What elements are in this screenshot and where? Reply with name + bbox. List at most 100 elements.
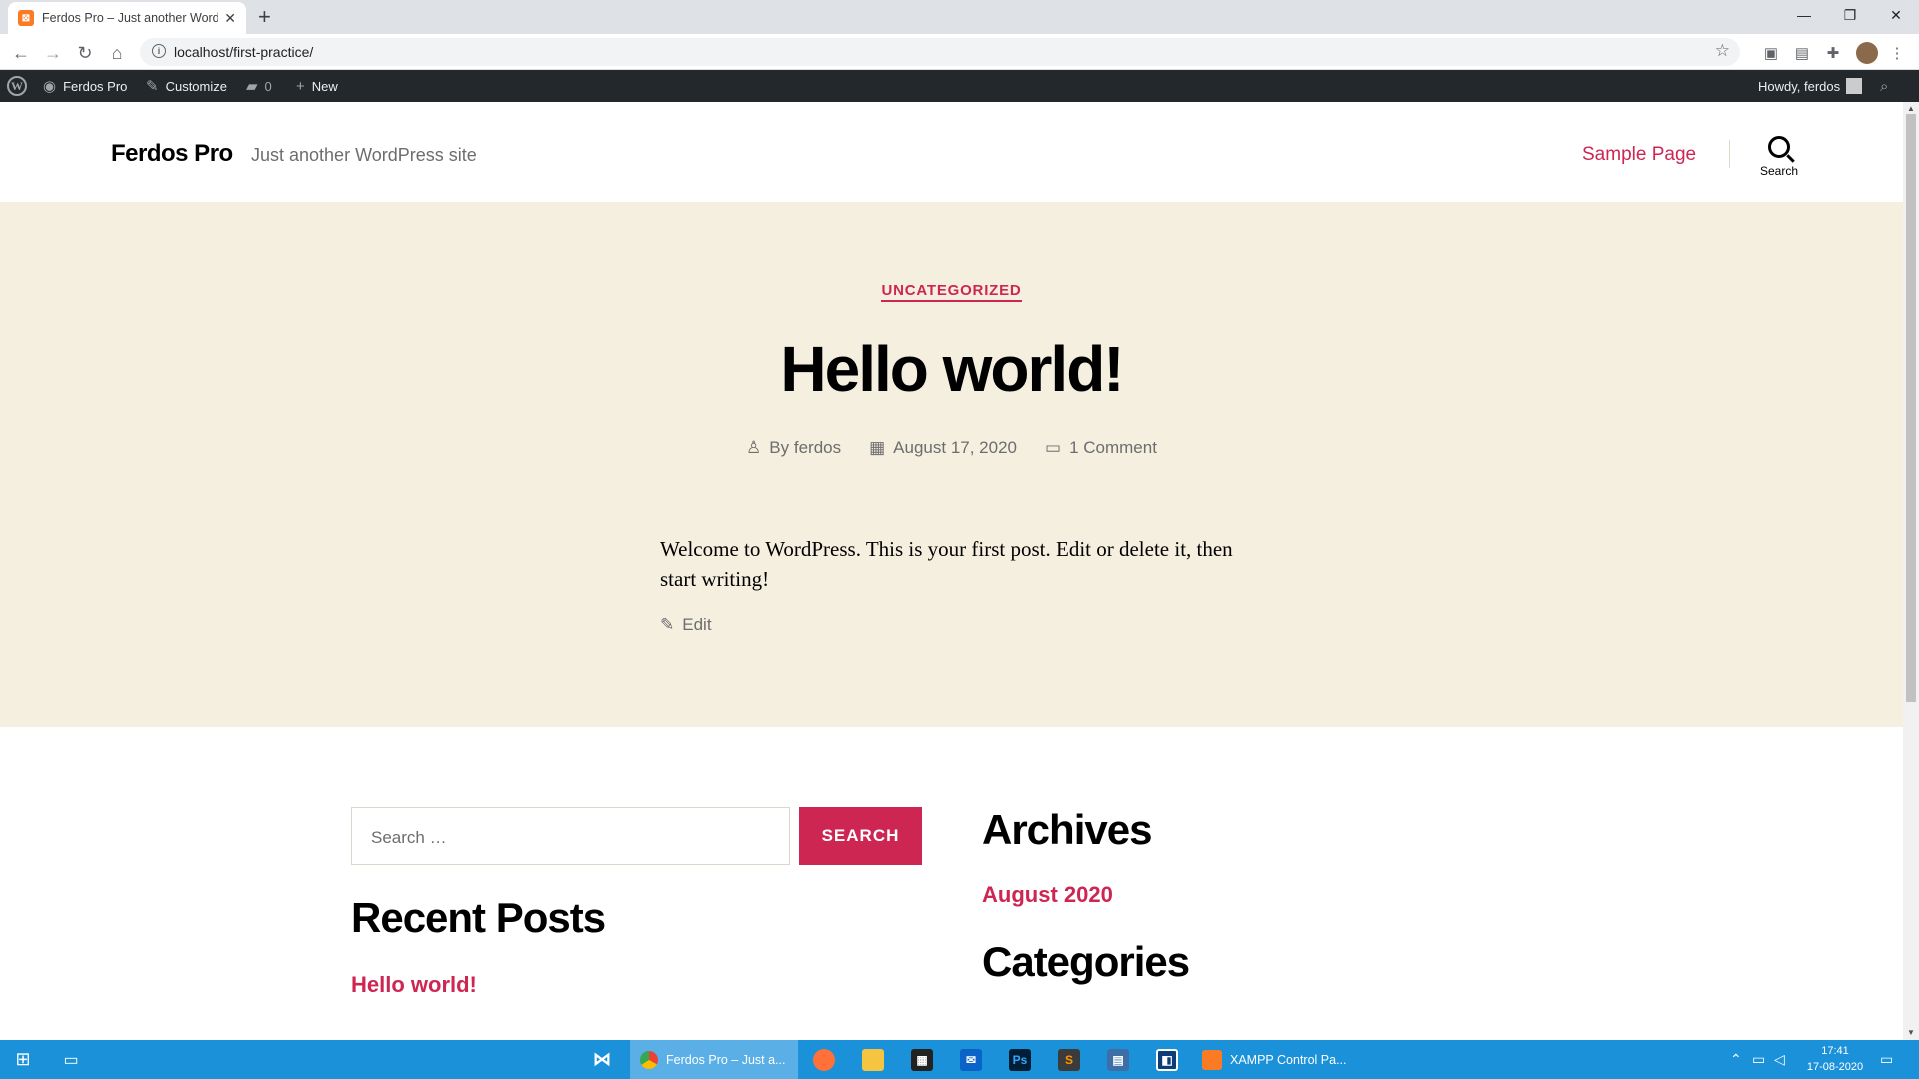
dashboard-icon: ◉ [43,78,57,95]
notification-icon[interactable]: ▭ [1880,1040,1893,1079]
customize-label: Customize [165,78,227,94]
forward-icon[interactable]: → [40,40,66,66]
recent-post-link[interactable]: Hello world! [351,972,477,998]
comments-label: 1 Comment [1069,438,1157,457]
post-author[interactable]: ♙ By ferdos [746,438,841,458]
post-category: UNCATEGORIZED [0,282,1903,302]
plus-icon: + [296,77,305,95]
post-meta: ♙ By ferdos ▦ August 17, 2020 ▭ 1 Commen… [0,438,1903,458]
clock-time: 17:41 [1821,1045,1849,1057]
task-view-icon[interactable]: ▭ [48,1040,94,1079]
puzzle-icon[interactable]: ✚ [1824,44,1842,62]
admin-bar-site-name[interactable]: ◉ Ferdos Pro [43,70,127,102]
back-icon[interactable]: ← [8,40,34,66]
tray-chevron-icon[interactable]: ⌃ [1730,1040,1742,1079]
close-tab-icon[interactable]: ✕ [224,10,236,27]
window-controls: — ❐ ✕ [1781,0,1919,30]
admin-bar-customize[interactable]: ✎ Customize [146,70,227,102]
edit-label: Edit [682,615,712,634]
search-toggle-button[interactable]: Search [1748,136,1810,188]
post-hero: UNCATEGORIZED Hello world! ♙ By ferdos ▦… [0,202,1903,727]
scroll-thumb[interactable] [1906,114,1916,702]
admin-bar-new[interactable]: + New [296,70,338,102]
admin-bar-comments[interactable]: ▰ 0 [246,70,272,102]
xampp-task-label: XAMPP Control Pa... [1230,1052,1347,1067]
brush-icon: ✎ [146,78,159,95]
volume-icon[interactable]: ◁ [1774,1040,1785,1079]
comment-icon: ▰ [246,78,258,95]
file-explorer-icon[interactable] [849,1040,897,1079]
archive-link[interactable]: August 2020 [982,882,1113,908]
post-date[interactable]: ▦ August 17, 2020 [869,438,1017,458]
footer-widgets: Search … SEARCH Recent Posts Hello world… [0,727,1903,1040]
browser-toolbar: ← → ↻ ⌂ i localhost/first-practice/ ☆ ▣ … [0,34,1919,70]
xampp-icon: ⊠ [18,10,34,26]
chrome-taskbar-button[interactable]: Ferdos Pro – Just a... [630,1040,798,1079]
new-label: New [311,78,338,94]
mail-icon[interactable]: ✉ [947,1040,995,1079]
close-window-button[interactable]: ✕ [1873,0,1919,30]
sublime-text-icon[interactable]: S [1045,1040,1093,1079]
calculator-icon[interactable]: ▤ [1094,1040,1142,1079]
restore-button[interactable]: ❐ [1827,0,1873,30]
extension-icon[interactable]: ▣ [1762,44,1780,62]
windows-taskbar: ⊞ ▭ ⋈ Ferdos Pro – Just a... ▦ ✉ Ps S ▤ … [0,1040,1919,1079]
browser-tab[interactable]: ⊠ Ferdos Pro – Just another WordPress si… [8,2,246,34]
admin-search-icon[interactable]: ⌕ [1880,70,1895,102]
vscode-icon[interactable]: ⋈ [578,1040,626,1079]
xampp-taskbar-button[interactable]: XAMPP Control Pa... [1192,1040,1360,1079]
user-icon: ♙ [746,438,762,457]
xampp-icon [1202,1049,1222,1070]
post-content: Welcome to WordPress. This is your first… [660,537,1233,592]
categories-title: Categories [982,938,1190,985]
wordpress-logo-icon[interactable]: W [7,70,27,102]
reload-icon[interactable]: ↻ [72,40,98,66]
extension-icon[interactable]: ▤ [1793,44,1811,62]
url-text[interactable]: localhost/first-practice/ [174,44,313,60]
site-name-label: Ferdos Pro [63,78,128,94]
firefox-icon[interactable] [800,1040,848,1079]
windows-start-icon[interactable]: ⊞ [0,1040,46,1079]
post-title: Hello world! [780,333,1124,405]
site-description: Just another WordPress site [251,145,477,165]
comments-count: 0 [264,78,272,94]
minimize-button[interactable]: — [1781,0,1827,30]
post-comments[interactable]: ▭ 1 Comment [1045,438,1157,458]
menu-icon[interactable]: ⋮ [1888,44,1906,62]
site-header: Ferdos Pro Just another WordPress site S… [0,102,1903,202]
menu-item-sample-page[interactable]: Sample Page [1582,144,1696,166]
bookmark-star-icon[interactable]: ☆ [1715,41,1730,61]
edit-post-link[interactable]: ✎ Edit [660,615,712,635]
page-viewport: Ferdos Pro Just another WordPress site S… [0,102,1903,1040]
scroll-up-icon[interactable]: ▲ [1907,104,1915,113]
tab-title: Ferdos Pro – Just another WordPress site [42,11,218,25]
photoshop-icon[interactable]: Ps [996,1040,1044,1079]
wp-admin-bar: W ◉ Ferdos Pro ✎ Customize ▰ 0 + New How… [0,70,1919,102]
admin-bar-account[interactable]: Howdy, ferdos [1758,70,1863,102]
howdy-label: Howdy, ferdos [1758,78,1841,94]
profile-avatar[interactable] [1856,42,1878,64]
comment-icon: ▭ [1045,438,1062,457]
clock-date: 17-08-2020 [1806,1061,1864,1073]
new-tab-button[interactable]: + [258,4,271,30]
header-divider [1729,140,1730,168]
site-title[interactable]: Ferdos Pro [111,140,233,168]
browser-tabstrip: ⊠ Ferdos Pro – Just another WordPress si… [0,0,1919,34]
system-clock[interactable]: 17:41 17-08-2020 [1790,1043,1880,1075]
app-icon[interactable]: ◧ [1143,1040,1191,1079]
page-scrollbar[interactable]: ▲ ▼ [1903,102,1919,1040]
home-icon[interactable]: ⌂ [104,40,130,66]
search-toggle-label: Search [1759,164,1799,178]
info-icon[interactable]: i [152,44,166,58]
scroll-down-icon[interactable]: ▼ [1907,1028,1915,1037]
widget-search-button[interactable]: SEARCH [799,807,922,865]
address-bar[interactable]: i localhost/first-practice/ ☆ [140,38,1740,66]
network-icon[interactable]: ▭ [1752,1040,1765,1079]
category-link[interactable]: UNCATEGORIZED [881,282,1022,302]
calendar-icon: ▦ [869,438,886,457]
recent-posts-title: Recent Posts [351,894,606,941]
widget-search-input[interactable]: Search … [351,807,790,865]
date-label: August 17, 2020 [893,438,1017,457]
store-icon[interactable]: ▦ [898,1040,946,1079]
edit-icon: ✎ [660,615,675,634]
